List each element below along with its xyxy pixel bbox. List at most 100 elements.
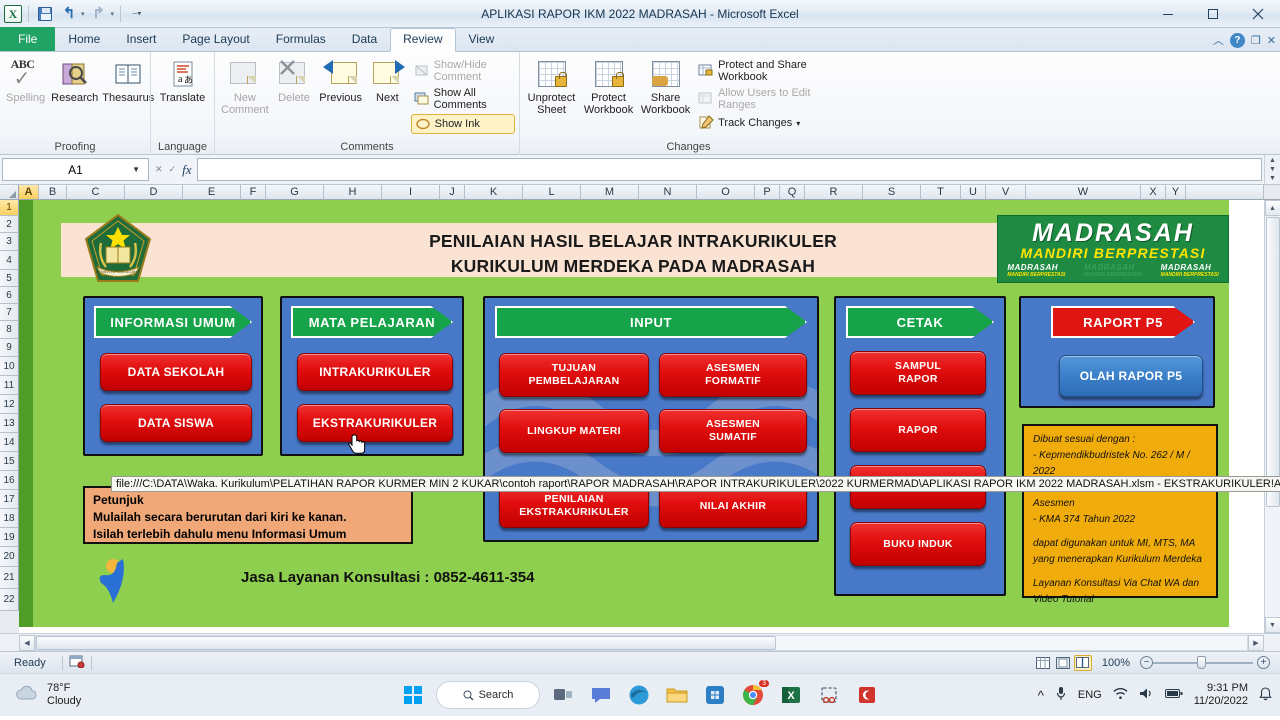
formula-bar-expand[interactable]: ▲ ▼ ▼ bbox=[1264, 155, 1280, 184]
speaker-icon[interactable] bbox=[1139, 687, 1154, 703]
expand-formula-bar-icon[interactable]: ▼ bbox=[1269, 175, 1276, 182]
column-header-Y[interactable]: Y bbox=[1166, 185, 1186, 200]
tab-formulas[interactable]: Formulas bbox=[263, 29, 339, 51]
enter-formula-icon[interactable]: ✓ bbox=[169, 164, 177, 175]
tab-data[interactable]: Data bbox=[339, 29, 390, 51]
column-header-Q[interactable]: Q bbox=[780, 185, 805, 200]
chevron-down-icon[interactable]: ▼ bbox=[132, 165, 140, 174]
scroll-right-button[interactable]: ▶ bbox=[1248, 634, 1264, 651]
column-header-R[interactable]: R bbox=[805, 185, 863, 200]
row-header-18[interactable]: 18 bbox=[0, 509, 19, 528]
close-workbook-icon[interactable]: ✕ bbox=[1267, 34, 1276, 47]
row-header-1[interactable]: 1 bbox=[0, 200, 19, 216]
column-header-H[interactable]: H bbox=[324, 185, 382, 200]
row-header-8[interactable]: 8 bbox=[0, 321, 19, 339]
header-input[interactable]: INPUT bbox=[495, 306, 807, 338]
previous-comment-button[interactable]: Previous bbox=[317, 55, 364, 107]
minimize-ribbon-icon[interactable]: ︿ bbox=[1213, 32, 1224, 48]
row-header-22[interactable]: 22 bbox=[0, 589, 19, 611]
column-header-D[interactable]: D bbox=[125, 185, 183, 200]
row-header-12[interactable]: 12 bbox=[0, 395, 19, 414]
row-header-20[interactable]: 20 bbox=[0, 547, 19, 567]
button-tujuan-pembelajaran[interactable]: TUJUAN PEMBELAJARAN bbox=[499, 353, 649, 397]
row-header-6[interactable]: 6 bbox=[0, 287, 19, 304]
button-data-siswa[interactable]: DATA SISWA bbox=[100, 404, 252, 442]
column-header-E[interactable]: E bbox=[183, 185, 241, 200]
column-header-T[interactable]: T bbox=[921, 185, 961, 200]
cancel-formula-icon[interactable]: ✕ bbox=[155, 164, 163, 175]
column-header-C[interactable]: C bbox=[67, 185, 125, 200]
chrome-button[interactable]: 3 bbox=[738, 680, 769, 710]
slider-thumb[interactable] bbox=[1197, 656, 1206, 669]
undo-dropdown-icon[interactable]: ▾ bbox=[81, 10, 85, 18]
scroll-up-icon[interactable]: ▲ bbox=[1269, 157, 1276, 164]
zoom-in-button[interactable]: + bbox=[1257, 656, 1270, 669]
protect-share-workbook-button[interactable]: Protect and Share Workbook bbox=[695, 58, 853, 84]
file-explorer-button[interactable] bbox=[662, 680, 692, 710]
store-button[interactable] bbox=[700, 680, 730, 710]
column-header-U[interactable]: U bbox=[961, 185, 986, 200]
row-header-3[interactable]: 3 bbox=[0, 233, 19, 251]
delete-comment-button[interactable]: Delete bbox=[273, 55, 316, 107]
row-header-9[interactable]: 9 bbox=[0, 339, 19, 357]
record-macro-icon[interactable] bbox=[69, 654, 85, 671]
button-ekstrakurikuler[interactable]: EKSTRAKURIKULER bbox=[297, 404, 453, 442]
battery-icon[interactable] bbox=[1164, 688, 1183, 702]
vertical-scroll-thumb[interactable] bbox=[1265, 217, 1280, 507]
tab-view[interactable]: View bbox=[456, 29, 508, 51]
vertical-scrollbar[interactable]: ▲ ▼ bbox=[1264, 200, 1280, 633]
clock[interactable]: 9:31 PM 11/20/2022 bbox=[1194, 682, 1248, 708]
show-all-comments-button[interactable]: Show All Comments bbox=[411, 86, 515, 112]
show-ink-button[interactable]: Show Ink bbox=[410, 114, 515, 134]
tab-insert[interactable]: Insert bbox=[113, 29, 169, 51]
help-icon[interactable]: ? bbox=[1229, 32, 1245, 48]
track-changes-button[interactable]: Track Changes ▾ bbox=[695, 114, 853, 132]
normal-view-button[interactable] bbox=[1034, 655, 1052, 671]
insert-function-icon[interactable]: fx bbox=[182, 162, 191, 178]
wifi-icon[interactable] bbox=[1113, 687, 1128, 703]
column-header-V[interactable]: V bbox=[986, 185, 1026, 200]
column-header-G[interactable]: G bbox=[266, 185, 324, 200]
show-hidden-icons-button[interactable]: ^ bbox=[1038, 688, 1044, 703]
header-informasi-umum[interactable]: INFORMASI UMUM bbox=[94, 306, 252, 338]
microphone-icon[interactable] bbox=[1055, 686, 1067, 704]
language-indicator[interactable]: ENG bbox=[1078, 689, 1102, 701]
undo-icon[interactable]: ↰ bbox=[59, 4, 79, 24]
customize-qat-icon[interactable]: ⎯▾ bbox=[127, 4, 147, 24]
scroll-down-icon[interactable]: ▼ bbox=[1269, 166, 1276, 173]
row-header-5[interactable]: 5 bbox=[0, 270, 19, 287]
zoom-level[interactable]: 100% bbox=[1094, 657, 1140, 669]
translate-button[interactable]: a あ Translate bbox=[155, 55, 210, 107]
column-header-M[interactable]: M bbox=[581, 185, 639, 200]
weather-widget[interactable]: 78°F Cloudy bbox=[0, 682, 81, 708]
search-box[interactable]: Search bbox=[436, 681, 540, 709]
next-comment-button[interactable]: Next bbox=[366, 55, 409, 107]
row-header-10[interactable]: 10 bbox=[0, 357, 19, 376]
button-data-sekolah[interactable]: DATA SEKOLAH bbox=[100, 353, 252, 391]
camtasia-button[interactable] bbox=[852, 680, 882, 710]
protect-workbook-button[interactable]: Protect Workbook bbox=[581, 55, 636, 119]
tab-page-layout[interactable]: Page Layout bbox=[169, 29, 262, 51]
horizontal-scroll-track[interactable] bbox=[35, 634, 1248, 651]
row-header-13[interactable]: 13 bbox=[0, 414, 19, 433]
show-hide-comment-button[interactable]: Show/Hide Comment bbox=[411, 58, 515, 84]
column-header-W[interactable]: W bbox=[1026, 185, 1141, 200]
unprotect-sheet-button[interactable]: Unprotect Sheet bbox=[524, 55, 579, 119]
name-box[interactable]: A1 ▼ bbox=[2, 158, 149, 181]
header-raport-p5[interactable]: RAPORT P5 bbox=[1051, 306, 1195, 338]
button-rapor[interactable]: RAPOR bbox=[850, 408, 986, 452]
edge-button[interactable] bbox=[624, 680, 654, 710]
header-mata-pelajaran[interactable]: MATA PELAJARAN bbox=[291, 306, 453, 338]
page-layout-view-button[interactable] bbox=[1054, 655, 1072, 671]
button-buku-induk[interactable]: BUKU INDUK bbox=[850, 522, 986, 566]
page-break-preview-button[interactable] bbox=[1073, 654, 1092, 671]
row-header-2[interactable]: 2 bbox=[0, 216, 19, 233]
select-all-button[interactable] bbox=[0, 185, 19, 200]
column-header-B[interactable]: B bbox=[39, 185, 67, 200]
row-header-21[interactable]: 21 bbox=[0, 567, 19, 589]
share-workbook-button[interactable]: Share Workbook bbox=[638, 55, 693, 119]
notification-icon[interactable] bbox=[1259, 686, 1272, 704]
row-header-19[interactable]: 19 bbox=[0, 528, 19, 547]
button-sampul-rapor[interactable]: SAMPUL RAPOR bbox=[850, 351, 986, 395]
worksheet-surface[interactable]: KEMENTERIAN AGAMA PENILAIAN HASIL BELAJA… bbox=[19, 200, 1280, 633]
